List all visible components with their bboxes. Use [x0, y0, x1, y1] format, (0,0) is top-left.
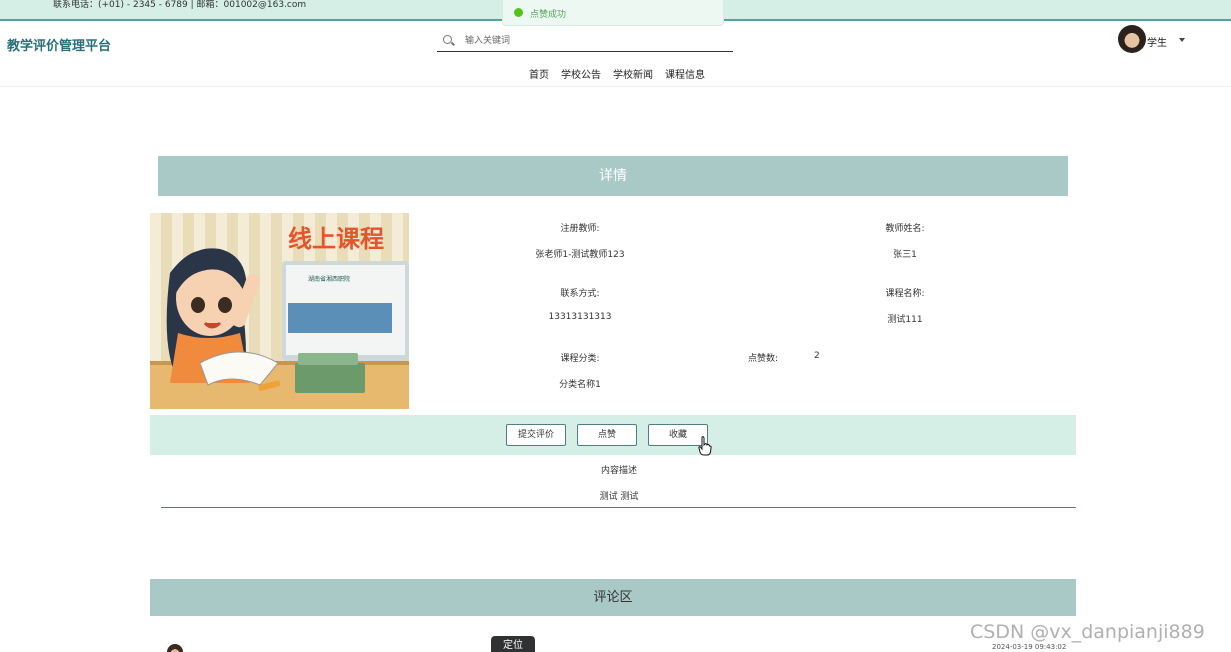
comment-section-title: 评论区 — [150, 579, 1076, 616]
nav-item-announcements[interactable]: 学校公告 — [561, 66, 601, 81]
course-image: 湖南省湘西职院 线上课程 — [150, 213, 409, 409]
submit-review-button[interactable]: 提交评价 — [506, 424, 566, 446]
likes-label: 点赞数: — [748, 354, 779, 364]
watermark: CSDN @vx_danpianji889 — [970, 621, 1205, 643]
registered-teacher-label: 注册教师: — [560, 224, 600, 234]
avatar[interactable] — [1118, 25, 1146, 53]
comment-timestamp: 2024-03-19 09:43:02 — [992, 643, 1067, 651]
action-bar: 提交评价 点赞 收藏 — [150, 415, 1076, 455]
image-title-text: 线上课程 — [288, 225, 384, 253]
success-check-icon — [514, 8, 523, 17]
nav-item-home[interactable]: 首页 — [529, 66, 549, 81]
course-name-label: 课程名称: — [885, 289, 925, 299]
like-button[interactable]: 点赞 — [577, 424, 637, 446]
user-name[interactable]: 学生 — [1147, 34, 1167, 49]
image-screen-text: 湖南省湘西职院 — [308, 275, 350, 283]
course-name-value: 测试111 — [887, 315, 923, 325]
header-divider — [0, 86, 1231, 87]
main-nav: 首页 学校公告 学校新闻 课程信息 — [529, 66, 705, 81]
contact-label: 联系方式: — [560, 289, 600, 299]
detail-section-title: 详情 — [158, 156, 1068, 196]
teacher-name-value: 张三1 — [893, 250, 917, 260]
category-label: 课程分类: — [560, 354, 600, 364]
description-label: 内容描述 — [600, 466, 638, 476]
contact-info: 联系电话：(+01) - 2345 - 6789 | 邮箱：001002@163… — [53, 0, 307, 10]
success-toast: 点赞成功 — [502, 0, 724, 26]
site-brand[interactable]: 教学评价管理平台 — [7, 35, 111, 54]
nav-item-courses[interactable]: 课程信息 — [665, 66, 705, 81]
category-value: 分类名称1 — [559, 380, 601, 390]
description-divider — [161, 507, 1076, 508]
nav-item-news[interactable]: 学校新闻 — [613, 66, 653, 81]
registered-teacher-value: 张老师1-测试教师123 — [535, 250, 625, 260]
search-icon[interactable] — [443, 35, 452, 44]
hand-cursor-icon — [698, 436, 712, 456]
caret-down-icon[interactable] — [1179, 38, 1185, 42]
contact-value: 13313131313 — [548, 312, 612, 322]
description-value: 测试 测试 — [599, 492, 639, 502]
search-bar — [437, 30, 733, 52]
likes-value: 2 — [814, 351, 820, 361]
toast-message: 点赞成功 — [530, 10, 567, 20]
locate-tooltip[interactable]: 定位 — [491, 636, 535, 652]
teacher-name-label: 教师姓名: — [885, 224, 925, 234]
commenter-avatar — [167, 644, 183, 652]
search-input[interactable] — [465, 33, 725, 49]
